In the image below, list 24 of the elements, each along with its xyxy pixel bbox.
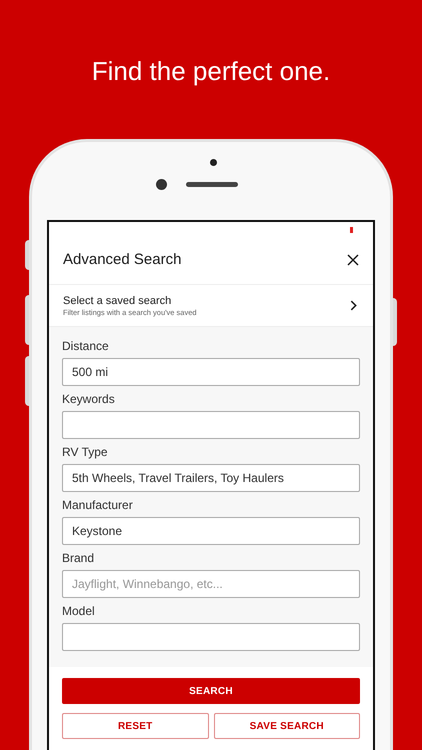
search-button[interactable]: SEARCH [62,678,360,704]
sensor-icon [210,159,217,166]
field-label: Distance [62,339,110,354]
camera-icon [156,179,167,190]
close-icon[interactable] [347,254,359,266]
field-label: Keywords [62,392,116,407]
outline-button[interactable]: SAVE SEARCH [214,713,360,739]
input-field[interactable] [62,623,360,651]
input-field[interactable]: 500 mi [62,358,360,386]
header-title: Advanced Search [63,250,182,270]
field-label: RV Type [62,445,109,460]
headline: Find the perfect one. [92,55,330,88]
input-field[interactable] [62,411,360,439]
chevron-right-icon [350,300,357,311]
speaker-icon [186,182,238,187]
input-field[interactable]: Keystone [62,517,360,545]
status-indicator-icon [350,227,353,233]
field-label: Brand [62,551,96,566]
input-field[interactable]: Jayflight, Winnebango, etc... [62,570,360,598]
saved-search-title: Select a saved search [63,294,172,308]
field-label: Model [62,604,96,619]
outline-button[interactable]: RESET [62,713,208,739]
input-field[interactable]: 5th Wheels, Travel Trailers, Toy Haulers [62,464,360,492]
field-label: Manufacturer [62,498,134,513]
